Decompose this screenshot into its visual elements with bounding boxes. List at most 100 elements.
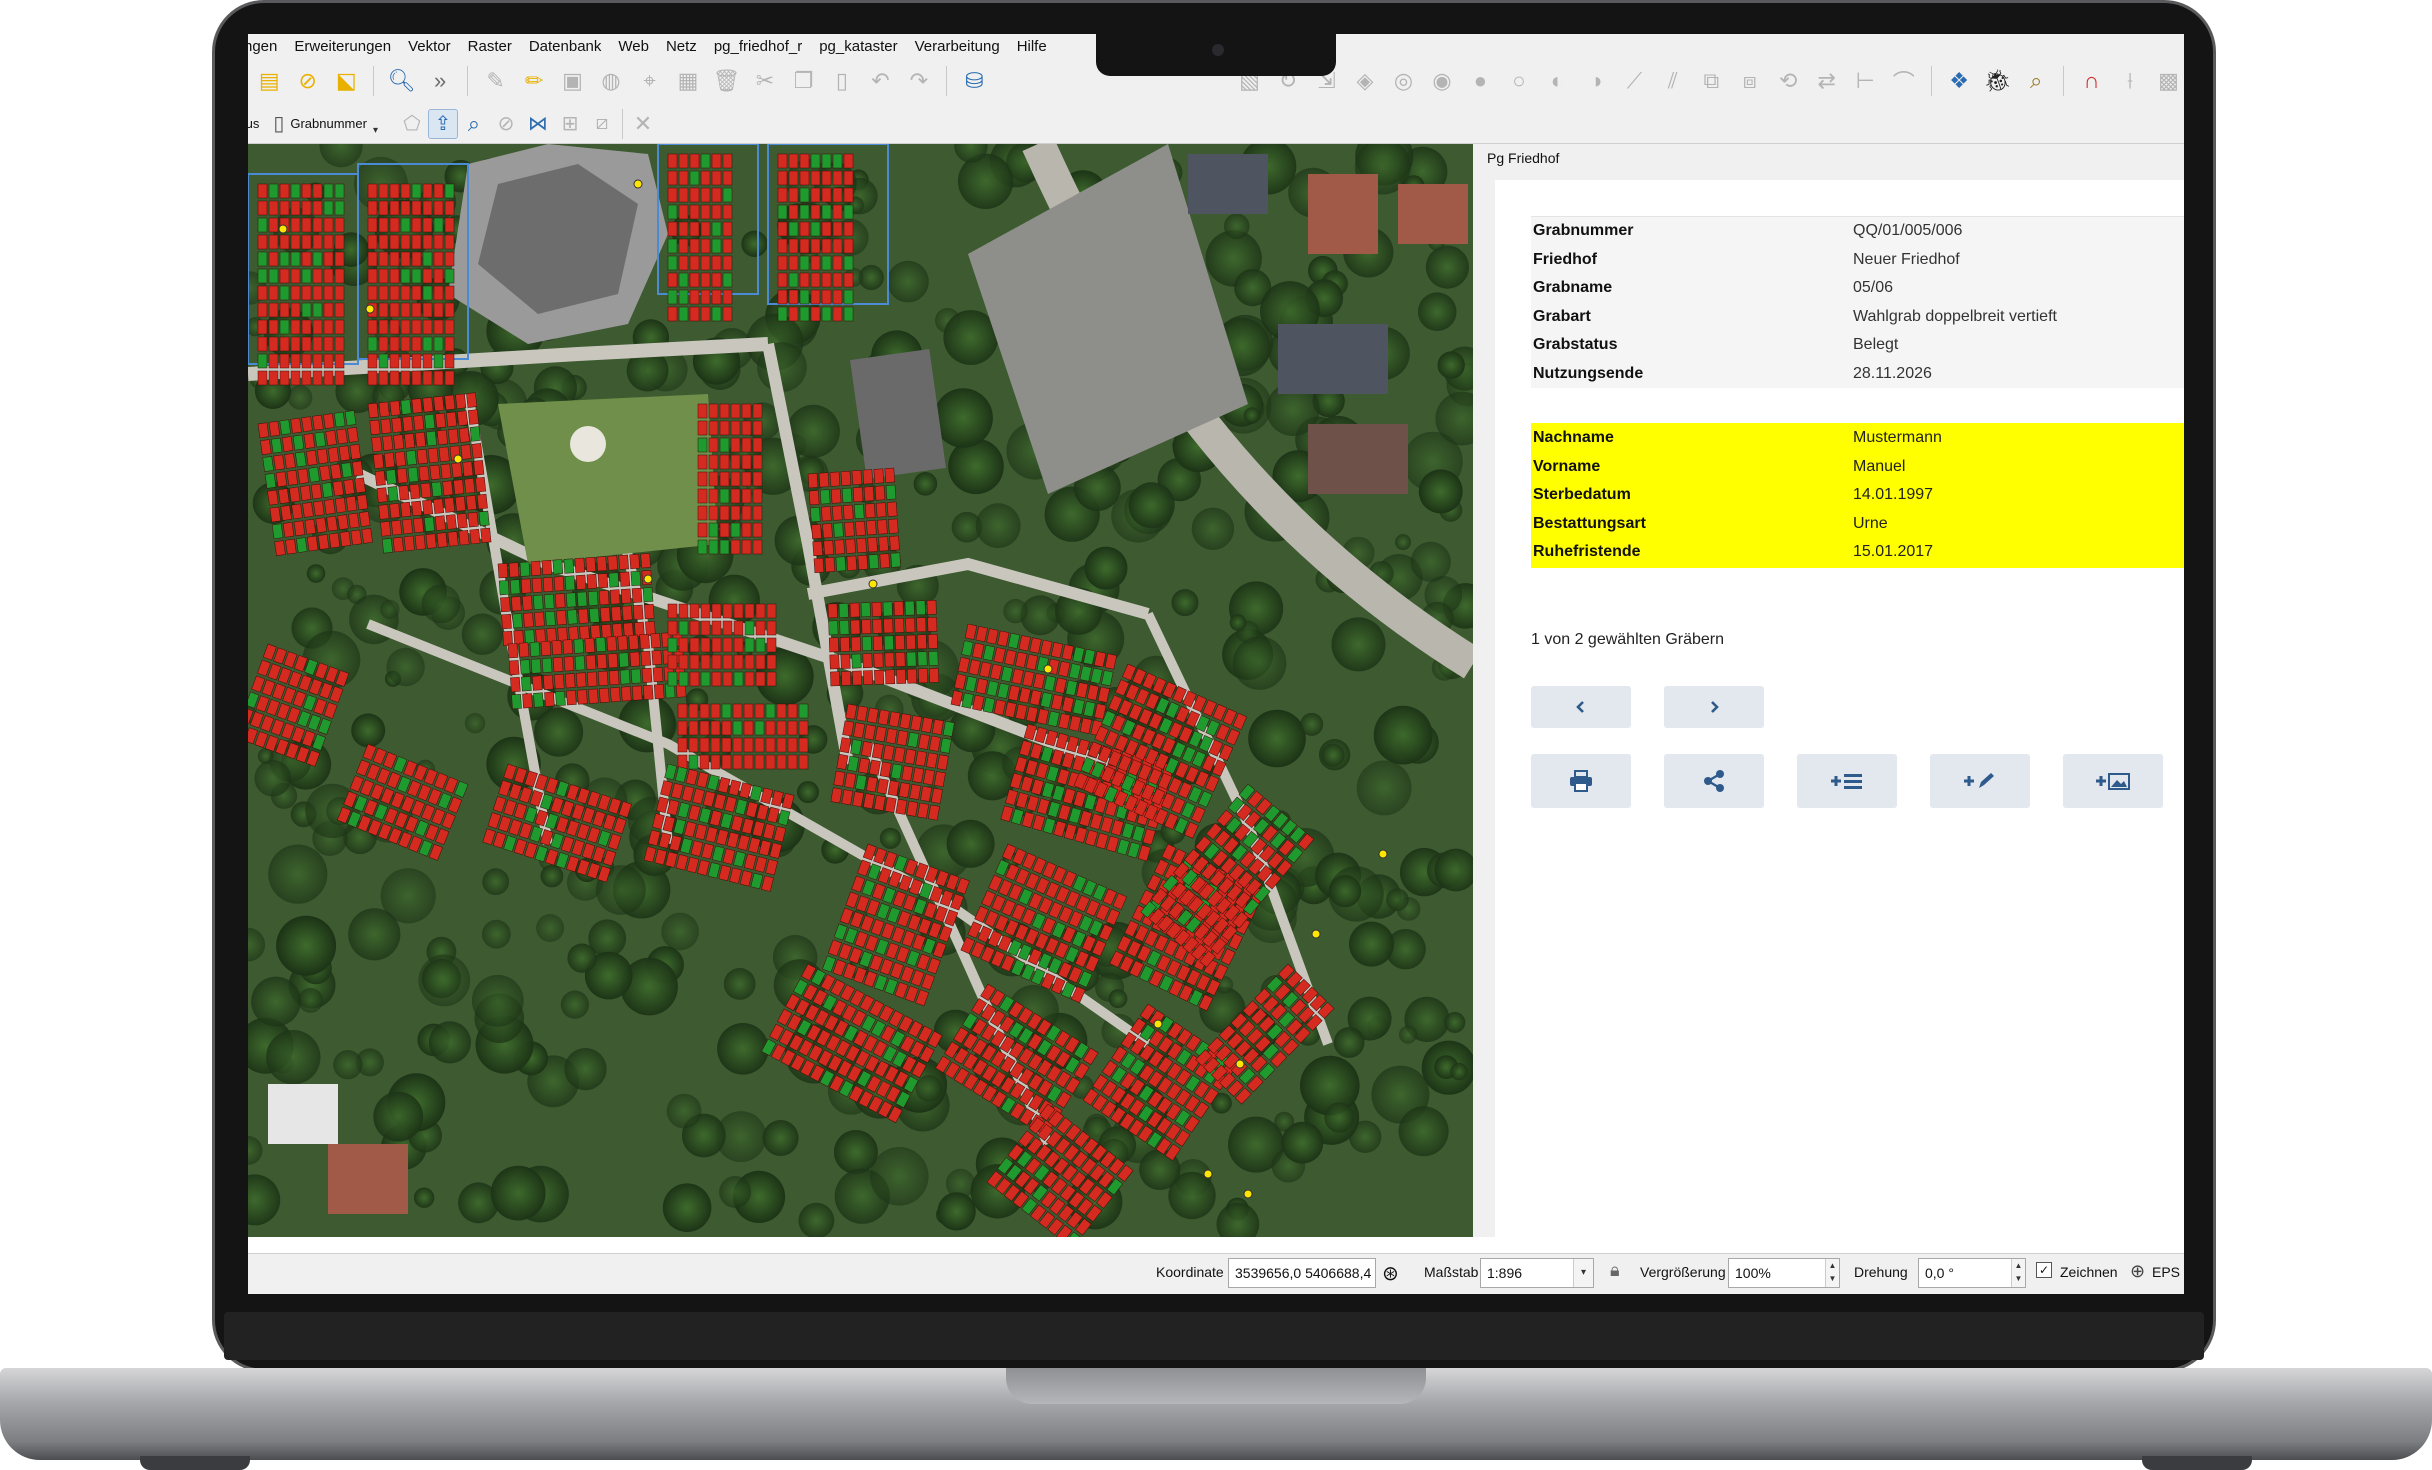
grave-plot[interactable]	[799, 221, 810, 237]
menu-item-raster[interactable]: Raster	[468, 38, 512, 55]
grave-plot[interactable]	[279, 183, 290, 199]
grave-plot[interactable]	[268, 420, 281, 437]
grave-plot[interactable]	[708, 488, 719, 504]
grave-plot[interactable]	[367, 319, 378, 335]
grave-plot[interactable]	[843, 221, 854, 237]
grave-plot[interactable]	[609, 589, 621, 605]
grave-plot[interactable]	[843, 504, 854, 520]
grave-plot[interactable]	[312, 234, 323, 250]
grave-plot[interactable]	[313, 500, 325, 517]
grave-plot[interactable]	[411, 234, 422, 250]
grave-plot[interactable]	[411, 251, 422, 267]
grave-plot[interactable]	[310, 483, 323, 500]
grave-plot[interactable]	[433, 217, 444, 233]
grave-plot[interactable]	[290, 217, 301, 233]
grave-plot[interactable]	[323, 302, 334, 318]
grave-plot[interactable]	[700, 255, 711, 271]
grave-plot[interactable]	[788, 221, 799, 237]
grave-plot[interactable]	[711, 272, 722, 288]
grave-plot[interactable]	[422, 397, 434, 413]
grave-plot[interactable]	[851, 653, 862, 669]
grave-plot[interactable]	[257, 251, 268, 267]
grave-plot[interactable]	[433, 370, 444, 386]
grave-plot[interactable]	[678, 272, 689, 288]
previous-button[interactable]	[1531, 686, 1631, 728]
grave-plot[interactable]	[553, 673, 565, 690]
grave-plot[interactable]	[813, 557, 825, 574]
grave-plot[interactable]	[290, 353, 301, 369]
grave-plot[interactable]	[333, 411, 346, 428]
grave-plot[interactable]	[584, 637, 596, 653]
grave-plot[interactable]	[875, 502, 887, 518]
grave-plot[interactable]	[667, 255, 678, 271]
grave-plot[interactable]	[290, 251, 301, 267]
grave-plot[interactable]	[279, 285, 290, 301]
grave-plot[interactable]	[754, 703, 765, 719]
grave-plot[interactable]	[349, 443, 362, 460]
grave-plot[interactable]	[700, 170, 711, 186]
grave-marker[interactable]	[643, 574, 653, 584]
grave-plot[interactable]	[821, 506, 832, 522]
grave-plot[interactable]	[587, 590, 599, 607]
grave-marker[interactable]	[633, 179, 643, 189]
grave-plot[interactable]	[708, 420, 719, 436]
grave-plot[interactable]	[827, 603, 838, 619]
grave-plot[interactable]	[844, 521, 855, 537]
grave-plot[interactable]	[882, 601, 893, 617]
globe-icon[interactable]: ⊕	[2130, 1261, 2145, 1282]
grave-plot[interactable]	[839, 620, 850, 635]
grave-plot[interactable]	[722, 289, 733, 305]
grave-plot[interactable]	[678, 603, 689, 619]
grave-plot[interactable]	[872, 635, 883, 651]
grave-marker[interactable]	[1203, 1169, 1213, 1179]
grave-plot[interactable]	[405, 450, 417, 466]
grave-plot[interactable]	[433, 285, 444, 301]
grave-plot[interactable]	[832, 289, 843, 305]
grave-plot[interactable]	[829, 471, 841, 487]
grave-plot[interactable]	[777, 170, 788, 186]
grave-plot[interactable]	[422, 285, 433, 301]
identify-icon[interactable]: 🔍︎	[386, 65, 416, 97]
grave-plot[interactable]	[708, 539, 719, 555]
grave-plot[interactable]	[631, 587, 643, 603]
grave-plot[interactable]	[667, 204, 678, 220]
grave-plot[interactable]	[334, 353, 345, 369]
grave-plot[interactable]	[334, 234, 345, 250]
grave-plot[interactable]	[275, 471, 288, 488]
grave-plot[interactable]	[810, 187, 821, 203]
grave-plot[interactable]	[565, 592, 577, 608]
grave-plot[interactable]	[433, 319, 444, 335]
grave-plot[interactable]	[678, 204, 689, 220]
grave-plot[interactable]	[321, 482, 334, 498]
grave-plot[interactable]	[389, 400, 401, 416]
grave-plot[interactable]	[873, 468, 885, 484]
scale-dropdown-arrow-icon[interactable]: ▾	[1573, 1259, 1593, 1287]
redo-icon[interactable]: ↷	[904, 65, 934, 97]
grave-plot[interactable]	[389, 268, 400, 284]
grave-plot[interactable]	[906, 651, 917, 667]
grave-plot[interactable]	[323, 353, 334, 369]
grave-plot[interactable]	[297, 468, 309, 485]
grave-plot[interactable]	[730, 437, 741, 453]
grave-plot[interactable]	[257, 268, 268, 284]
select-feature-icon[interactable]: ⬕	[331, 65, 361, 97]
grave-plot[interactable]	[312, 370, 323, 386]
grave-plot[interactable]	[879, 553, 890, 569]
grave-plot[interactable]	[378, 319, 389, 335]
grave-plot[interactable]	[257, 302, 268, 318]
grave-plot[interactable]	[339, 531, 352, 547]
grave-plot[interactable]	[273, 454, 285, 471]
copy-icon[interactable]: ❐	[788, 65, 818, 97]
grave-plot[interactable]	[799, 153, 810, 169]
grave-plot[interactable]	[711, 603, 722, 619]
grave-plot[interactable]	[883, 635, 894, 651]
grave-marker[interactable]	[1043, 664, 1053, 674]
grave-plot[interactable]	[442, 480, 454, 496]
grave-plot[interactable]	[905, 617, 916, 633]
grave-plot[interactable]	[433, 353, 444, 369]
grave-plot[interactable]	[872, 618, 883, 634]
grave-plot[interactable]	[454, 496, 466, 512]
split-features-icon[interactable]: ⟋	[1619, 65, 1649, 97]
grave-plot[interactable]	[323, 268, 334, 284]
grave-plot[interactable]	[422, 302, 433, 318]
